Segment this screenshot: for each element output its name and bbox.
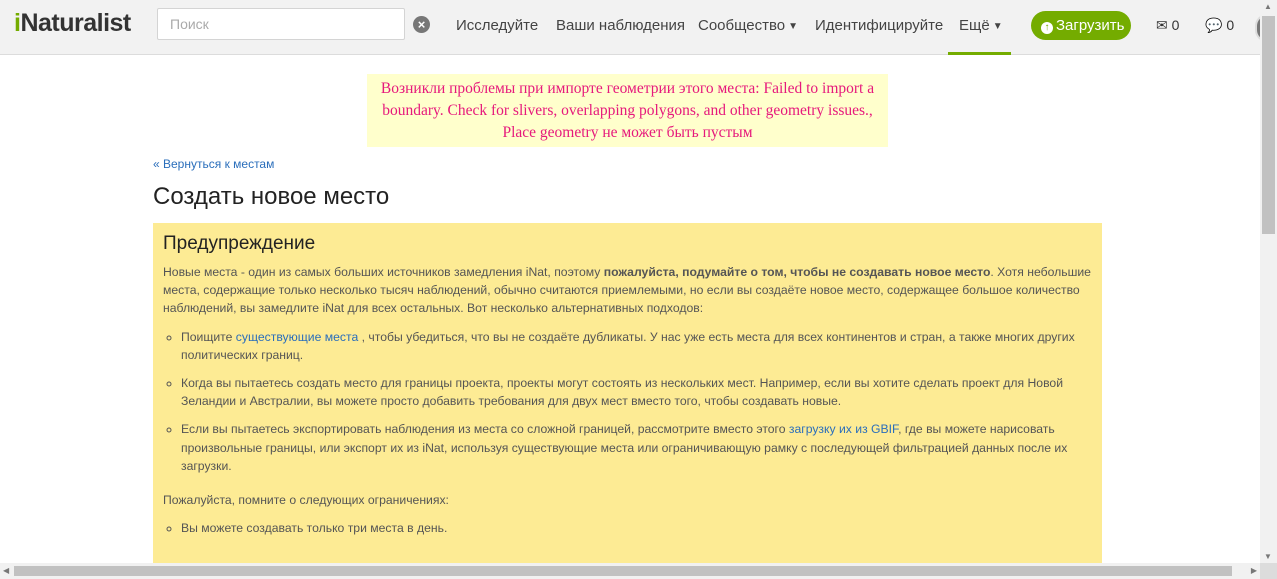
list-item: Поищите существующие места , чтобы убеди… (181, 328, 1092, 364)
warning-intro: Новые места - один из самых больших исто… (163, 265, 1091, 316)
nav-explore[interactable]: Исследуйте (456, 17, 538, 34)
envelope-icon: ✉ (1156, 17, 1168, 33)
inaturalist-logo[interactable]: iNaturalist (14, 9, 131, 38)
page-title: Создать новое место (153, 183, 390, 210)
list-item: Вы можете создавать только три места в д… (181, 519, 1092, 537)
scroll-down-icon[interactable]: ▼ (1264, 552, 1272, 561)
top-navbar: iNaturalist × Исследуйте Ваши наблюдения… (0, 0, 1267, 55)
vertical-scroll-thumb[interactable] (1262, 16, 1275, 234)
messages-button[interactable]: ✉ 0 (1156, 17, 1179, 34)
nav-more[interactable]: Ещё ▼ (959, 17, 1003, 34)
horizontal-scrollbar[interactable]: ◀ ▶ (0, 563, 1260, 579)
scroll-up-icon[interactable]: ▲ (1264, 2, 1272, 11)
nav-identify[interactable]: Идентифицируйте (815, 17, 943, 34)
gbif-download-link[interactable]: загрузку их из GBIF (789, 422, 898, 436)
import-error-notice: Возникли проблемы при импорте геометрии … (367, 74, 888, 147)
horizontal-scroll-thumb[interactable] (14, 566, 1232, 576)
scrollbar-corner (1260, 563, 1277, 579)
scroll-right-icon[interactable]: ▶ (1251, 566, 1257, 575)
clear-search-icon[interactable]: × (413, 16, 430, 33)
upload-arrow-icon: ↑ (1041, 22, 1053, 34)
warning-heading: Предупреждение (163, 233, 316, 254)
scroll-left-icon[interactable]: ◀ (3, 566, 9, 575)
speech-bubble-icon: 💬 (1205, 17, 1223, 33)
notifications-button[interactable]: 💬 0 (1205, 17, 1234, 34)
list-item: Если вы пытаетесь экспортировать наблюде… (181, 420, 1092, 475)
upload-button[interactable]: ↑ Загрузить (1031, 11, 1131, 40)
nav-community[interactable]: Сообщество ▼ (698, 17, 798, 34)
active-nav-indicator (948, 52, 1011, 55)
list-item: Когда вы пытаетесь создать место для гра… (181, 374, 1092, 410)
nav-your-observations[interactable]: Ваши наблюдения (556, 17, 685, 34)
chevron-down-icon: ▼ (788, 21, 799, 32)
existing-places-link[interactable]: существующие места (236, 330, 358, 344)
search-input[interactable] (157, 8, 405, 40)
vertical-scrollbar[interactable]: ▲ ▼ (1260, 0, 1277, 563)
chevron-down-icon: ▼ (992, 21, 1003, 32)
back-to-places-link[interactable]: « Вернуться к местам (153, 157, 274, 171)
limits-list: Вы можете создавать только три места в д… (163, 519, 1092, 537)
limits-intro: Пожалуйста, помните о следующих ограниче… (163, 493, 449, 508)
alternatives-list: Поищите существующие места , чтобы убеди… (163, 328, 1092, 475)
warning-panel: Предупреждение Новые места - один из сам… (153, 223, 1102, 568)
